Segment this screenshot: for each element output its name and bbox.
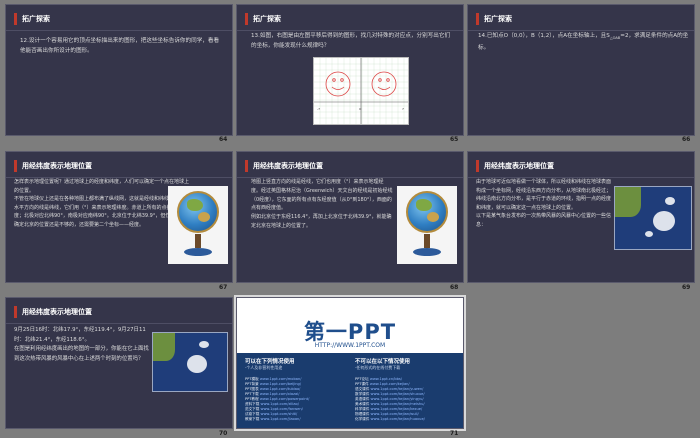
slide-number-65: 65 bbox=[450, 136, 459, 143]
slide-title: 用经纬度表示地理位置 bbox=[22, 162, 92, 170]
question-subscript: △OAB bbox=[609, 36, 621, 41]
slide-title: 用经纬度表示地理位置 bbox=[22, 308, 92, 316]
satellite-map-image bbox=[614, 186, 692, 250]
slide-thumb-70[interactable]: 用经纬度表示地理位置 9月25日16时：北纬17.9°，东经119.4°，9月2… bbox=[5, 297, 233, 429]
allowed-title: 可以在下列情况使用 bbox=[245, 359, 295, 365]
slide-title: 拓广探索 bbox=[22, 15, 50, 23]
translation-graph: -7 O 7 bbox=[313, 57, 409, 125]
globe-image bbox=[168, 186, 228, 264]
slide-title: 用经纬度表示地理位置 bbox=[484, 162, 554, 170]
slide-body: 由于地球可近似地看做一个球体，所以经线和纬线在地球表面构成一个坐标网，经线沿东西… bbox=[476, 179, 612, 228]
accent-bar bbox=[14, 160, 17, 172]
slide-header: 用经纬度表示地理位置 bbox=[468, 158, 694, 178]
slide-title: 拓广探索 bbox=[484, 15, 512, 23]
slide-thumb-71[interactable]: 第一PPT HTTP://WWW.1PPT.COM 可以在下列情况使用 ·个人及… bbox=[234, 295, 466, 431]
accent-bar bbox=[14, 306, 17, 318]
link[interactable]: www.1ppt.com/powerpoint/ bbox=[260, 397, 309, 401]
slide-number-64: 64 bbox=[219, 136, 228, 143]
link[interactable]: www.1ppt.com/kejian/ bbox=[370, 382, 410, 386]
disallowed-title: 不可以在以下情况使用 bbox=[355, 359, 411, 365]
link[interactable]: www.1ppt.com/beijing/ bbox=[260, 382, 301, 386]
link[interactable]: www.1ppt.com/kejian/meishu/ bbox=[371, 402, 425, 406]
slide-number-69: 69 bbox=[682, 284, 691, 291]
graph-axis-label: -7 bbox=[317, 107, 320, 111]
slide-thumb-65[interactable]: 拓广探索 13.如图，右图是由左图平移后得到的图形，找几对特殊的对应点，分别写出… bbox=[236, 4, 464, 136]
slide-header: 用经纬度表示地理位置 bbox=[6, 304, 232, 324]
slide-header: 拓广探索 bbox=[237, 11, 463, 31]
slide-body: 12.设计一个容易用它的顶点坐标描出来的图形，把这些坐标告诉你的同学，看看他能否… bbox=[20, 38, 220, 54]
link[interactable]: www.1ppt.com/kejian/yingyu/ bbox=[371, 397, 424, 401]
accent-bar bbox=[245, 160, 248, 172]
link[interactable]: www.1ppt.com/kejian/yuwen/ bbox=[371, 387, 424, 391]
slide-thumb-69[interactable]: 用经纬度表示地理位置 由于地球可近似地看做一个球体，所以经线和纬线在地球表面构成… bbox=[467, 151, 695, 283]
link[interactable]: www.1ppt.com/kejian/shuxue/ bbox=[371, 392, 425, 396]
brand-url: HTTP://WWW.1PPT.COM bbox=[314, 342, 386, 349]
link[interactable]: www.1ppt.com/jiaoan/ bbox=[261, 417, 301, 421]
link[interactable]: www.1ppt.com/kejian/kexue/ bbox=[371, 407, 423, 411]
left-link-list: PPT模板 www.1ppt.com/moban/ PPT背景 www.1ppt… bbox=[245, 377, 349, 422]
link[interactable]: www.1ppt.cn/bbs/ bbox=[370, 377, 402, 381]
coordinate-grid-icon: -7 O 7 bbox=[314, 58, 408, 124]
accent-bar bbox=[476, 160, 479, 172]
slide-number-70: 70 bbox=[219, 430, 228, 437]
slide-thumb-64[interactable]: 拓广探索 12.设计一个容易用它的顶点坐标描出来的图形，把这些坐标告诉你的同学，… bbox=[5, 4, 233, 136]
list-item: 化学课件 www.1ppt.com/kejian/huaxue/ bbox=[355, 417, 425, 421]
link[interactable]: www.1ppt.com/fanwen/ bbox=[261, 407, 303, 411]
accent-bar bbox=[476, 13, 479, 25]
slide-header: 拓广探索 bbox=[468, 11, 694, 31]
link[interactable]: www.1ppt.com/kejian/huaxue/ bbox=[371, 417, 425, 421]
list-item: 教案下载 www.1ppt.com/jiaoan/ bbox=[245, 417, 301, 421]
accent-bar bbox=[245, 13, 248, 25]
link[interactable]: www.1ppt.com/shiti/ bbox=[261, 412, 298, 416]
slide-header: 用经纬度表示地理位置 bbox=[237, 158, 463, 178]
disallowed-sub: ·任何形式的在线付费下载 bbox=[355, 365, 401, 370]
storm-track-map-image bbox=[152, 332, 228, 392]
slide-body: 地图上竖直方向的线是经线，它们也用度（°）来表示地理经度。经过英国格林尼治（Gr… bbox=[251, 179, 393, 229]
slide-header: 用经纬度表示地理位置 bbox=[6, 158, 232, 178]
slide-thumb-68[interactable]: 用经纬度表示地理位置 地图上竖直方向的线是经线，它们也用度（°）来表示地理经度。… bbox=[236, 151, 464, 283]
graph-axis-label: 7 bbox=[402, 107, 404, 111]
slide-body: 13.如图，右图是由左图平移后得到的图形，找几对特殊的对应点，分别写出它们的坐标… bbox=[251, 33, 451, 49]
slide-title: 用经纬度表示地理位置 bbox=[253, 162, 323, 170]
slide-body: 9月25日16时：北纬17.9°，东经119.4°，9月27日11时：北纬21.… bbox=[14, 327, 149, 362]
link[interactable]: www.1ppt.com/xiazai/ bbox=[260, 392, 300, 396]
slide-header: 拓广探索 bbox=[6, 11, 232, 31]
slide-number-66: 66 bbox=[682, 136, 691, 143]
slide-number-71: 71 bbox=[450, 430, 459, 437]
link[interactable]: www.1ppt.com/moban/ bbox=[260, 377, 302, 381]
slide-thumb-67[interactable]: 用经纬度表示地理位置 怎样表示地理位置呢？通过地球上的经度和纬度，人们可以确定一… bbox=[5, 151, 233, 283]
link[interactable]: www.1ppt.com/tubiao/ bbox=[260, 387, 301, 391]
graph-axis-label: O bbox=[359, 107, 362, 111]
question-text: 14.已知点O（0,0），B（1,2），点A在坐标轴上，且S bbox=[478, 33, 610, 39]
slide-body: 怎样表示地理位置呢？通过地球上的经度和纬度，人们可以确定一个点在地球上的位置。 … bbox=[14, 179, 190, 228]
globe-image bbox=[397, 186, 457, 264]
slide-number-68: 68 bbox=[450, 284, 459, 291]
allowed-sub: ·个人及非营利性用途 bbox=[245, 365, 283, 370]
accent-bar bbox=[14, 13, 17, 25]
header-divider bbox=[6, 323, 232, 324]
link[interactable]: www.1ppt.com/ziliao/ bbox=[261, 402, 299, 406]
slide-number-67: 67 bbox=[219, 284, 228, 291]
slide-body: 14.已知点O（0,0），B（1,2），点A在坐标轴上，且S△OAB=2，求满足… bbox=[478, 31, 690, 53]
slide-thumb-66[interactable]: 拓广探索 14.已知点O（0,0），B（1,2），点A在坐标轴上，且S△OAB=… bbox=[467, 4, 695, 136]
link[interactable]: www.1ppt.com/kejian/wuli/ bbox=[371, 412, 419, 416]
header-divider bbox=[6, 30, 232, 31]
brand-info-band: 可以在下列情况使用 ·个人及非营利性用途 不可以在以下情况使用 ·任何形式的在线… bbox=[237, 353, 463, 428]
slide-title: 拓广探索 bbox=[253, 15, 281, 23]
right-link-list: PPT论坛 www.1ppt.cn/bbs/ PPT课件 www.1ppt.co… bbox=[355, 377, 459, 422]
